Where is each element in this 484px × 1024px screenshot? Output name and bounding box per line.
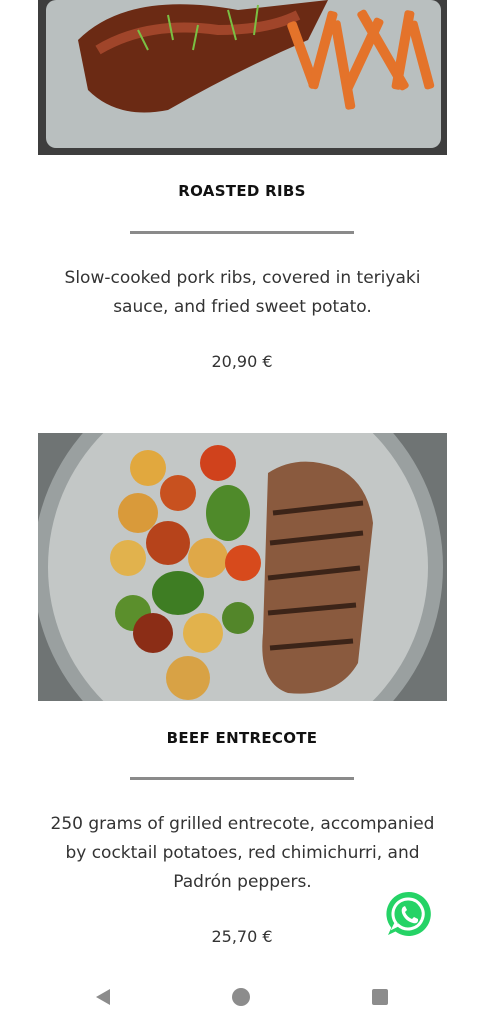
home-circle-icon (232, 988, 250, 1006)
nav-home-button[interactable] (231, 987, 251, 1012)
dish-image-entrecote (38, 433, 447, 701)
back-triangle-icon (96, 989, 110, 1005)
dish-image-ribs (38, 0, 447, 155)
whatsapp-button[interactable] (385, 890, 433, 938)
dish-title: BEEF ENTRECOTE (166, 729, 318, 747)
title-divider (130, 231, 354, 234)
dish-description: 250 grams of grilled entrecote, accompan… (50, 814, 435, 892)
whatsapp-icon (386, 891, 431, 936)
title-divider (130, 777, 354, 780)
nav-back-button[interactable] (93, 987, 113, 1012)
dish-description: Slow-cooked pork ribs, covered in teriya… (64, 268, 421, 317)
dish-title: ROASTED RIBS (178, 182, 306, 200)
recents-square-icon (372, 989, 388, 1005)
dish-price: 20,90 € (211, 352, 273, 371)
nav-recents-button[interactable] (370, 987, 390, 1012)
